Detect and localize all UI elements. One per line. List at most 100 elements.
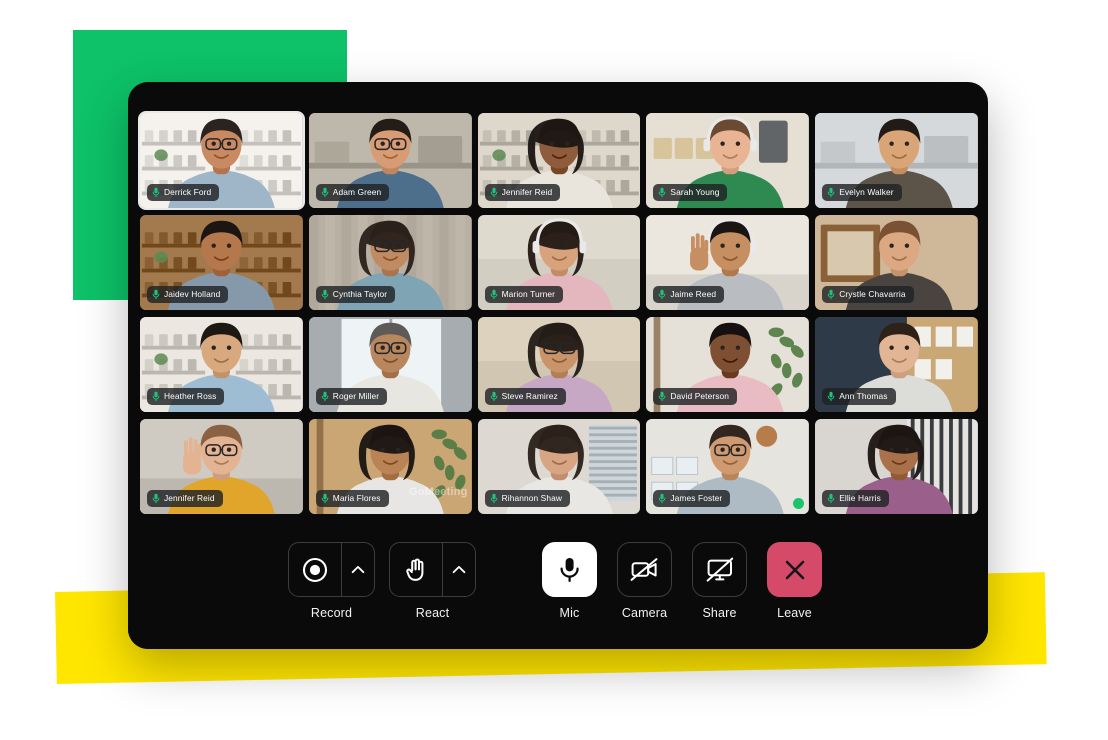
participant-name: David Peterson [670, 391, 730, 401]
participant-name-badge: Adam Green [315, 184, 390, 201]
participant-tile[interactable]: Jaidev Holland [140, 215, 303, 310]
participant-name-badge: Rihannon Shaw [484, 490, 571, 507]
mic-on-icon [321, 289, 329, 300]
participant-tile[interactable]: Rihannon Shaw [477, 419, 641, 514]
participant-name-badge: Derrick Ford [147, 184, 220, 201]
participant-name-badge: Sarah Young [653, 184, 728, 201]
mic-on-icon [321, 187, 329, 198]
close-icon [782, 557, 808, 583]
participant-tile[interactable]: Jennifer Reid [140, 419, 303, 514]
participant-name-badge: Jaime Reed [653, 286, 725, 303]
participant-name: Marion Turner [501, 289, 556, 299]
participant-tile[interactable]: Heather Ross [140, 317, 303, 412]
react-button[interactable] [390, 543, 442, 596]
participant-tile[interactable]: David Peterson [646, 317, 810, 412]
participant-name-badge: Evelyn Walker [822, 184, 902, 201]
control-react[interactable]: React [389, 542, 476, 620]
mic-on-icon [827, 187, 835, 198]
hand-icon [404, 557, 428, 583]
participant-name: Ann Thomas [839, 391, 888, 401]
screenshot-stage: Derrick Ford Adam Green Jennifer Reid Sa… [0, 0, 1108, 740]
participant-name: Roger Miller [332, 391, 380, 401]
participant-tile[interactable]: Roger Miller [308, 317, 472, 412]
mic-on-icon [490, 493, 498, 504]
participant-name-badge: Heather Ross [147, 388, 225, 405]
participant-name: Heather Ross [164, 391, 217, 401]
participant-tile[interactable]: Marion Turner [477, 215, 641, 310]
participant-name: Maria Flores [332, 493, 381, 503]
participant-name-badge: Roger Miller [315, 388, 388, 405]
mic-on-icon [658, 187, 666, 198]
participant-tile[interactable]: Steve Ramirez [477, 317, 641, 412]
participant-name-badge: Marion Turner [484, 286, 564, 303]
participant-tile[interactable]: Ann Thomas [815, 317, 978, 412]
mic-on-icon [490, 187, 498, 198]
participant-tile[interactable]: James Foster [646, 419, 810, 514]
share-button[interactable] [692, 542, 747, 597]
chevron-up-icon [452, 565, 466, 574]
participant-tile[interactable]: Jaime Reed [646, 215, 810, 310]
react-split-button[interactable] [389, 542, 476, 597]
mic-on-icon [827, 391, 835, 402]
participant-name-badge: Jennifer Reid [484, 184, 561, 201]
mic-on-icon [152, 187, 160, 198]
participant-name-badge: Ann Thomas [822, 388, 896, 405]
participant-tile[interactable]: Sarah Young [646, 113, 810, 208]
participant-tile[interactable]: Ellie Harris [815, 419, 978, 514]
mic-on-icon [827, 493, 835, 504]
participant-name: Jennifer Reid [501, 187, 553, 197]
participant-name: Ellie Harris [839, 493, 881, 503]
participant-tile[interactable]: GoMeeting Maria Flores [308, 419, 472, 514]
mic-on-icon [152, 493, 160, 504]
participant-name-badge: Jaidev Holland [147, 286, 229, 303]
react-options-button[interactable] [443, 543, 475, 596]
record-icon [302, 557, 328, 583]
mic-on-icon [658, 391, 666, 402]
participant-tile[interactable]: Cynthia Taylor [308, 215, 472, 310]
mic-on-icon [152, 289, 160, 300]
participant-tile[interactable]: Evelyn Walker [815, 113, 978, 208]
control-camera[interactable]: Camera [617, 542, 672, 620]
mic-button[interactable] [542, 542, 597, 597]
participant-name: Steve Ramirez [501, 391, 558, 401]
control-share[interactable]: Share [692, 542, 747, 620]
control-leave[interactable]: Leave [767, 542, 822, 620]
mic-on-icon [490, 289, 498, 300]
control-bar: Record React Mic Camera Share Leave [128, 532, 988, 649]
participant-tile[interactable]: Crystle Chavarria [815, 215, 978, 310]
participant-name: Sarah Young [670, 187, 720, 197]
control-mic[interactable]: Mic [542, 542, 597, 620]
control-row: Record React Mic Camera Share Leave [128, 542, 988, 642]
chevron-up-icon [351, 565, 365, 574]
control-label: Share [702, 606, 737, 620]
participant-name: Derrick Ford [164, 187, 212, 197]
participant-name-badge: Crystle Chavarria [822, 286, 914, 303]
control-label: Record [310, 606, 353, 620]
record-options-button[interactable] [342, 543, 374, 596]
participant-tile[interactable]: Jennifer Reid [477, 113, 641, 208]
meeting-window: Derrick Ford Adam Green Jennifer Reid Sa… [128, 82, 988, 649]
participant-name-badge: Ellie Harris [822, 490, 889, 507]
participant-name-badge: Cynthia Taylor [315, 286, 396, 303]
participant-tile[interactable]: Adam Green [308, 113, 472, 208]
camera-button[interactable] [617, 542, 672, 597]
participant-name: Adam Green [332, 187, 382, 197]
control-label: Camera [621, 606, 668, 620]
control-label: Leave [777, 606, 812, 620]
participant-name: James Foster [670, 493, 723, 503]
participant-tile[interactable]: Derrick Ford [140, 113, 303, 208]
participant-name: Jaime Reed [670, 289, 717, 299]
participant-name-badge: James Foster [653, 490, 731, 507]
control-record[interactable]: Record [288, 542, 375, 620]
leave-button[interactable] [767, 542, 822, 597]
participant-grid: Derrick Ford Adam Green Jennifer Reid Sa… [140, 113, 978, 514]
record-split-button[interactable] [288, 542, 375, 597]
participant-name: Crystle Chavarria [839, 289, 906, 299]
screen-share-off-icon [706, 557, 734, 583]
control-label: React [415, 606, 450, 620]
control-label: Mic [559, 606, 580, 620]
record-button[interactable] [289, 543, 341, 596]
participant-name-badge: Maria Flores [315, 490, 389, 507]
participant-name: Jennifer Reid [164, 493, 215, 503]
mic-on-icon [490, 391, 498, 402]
